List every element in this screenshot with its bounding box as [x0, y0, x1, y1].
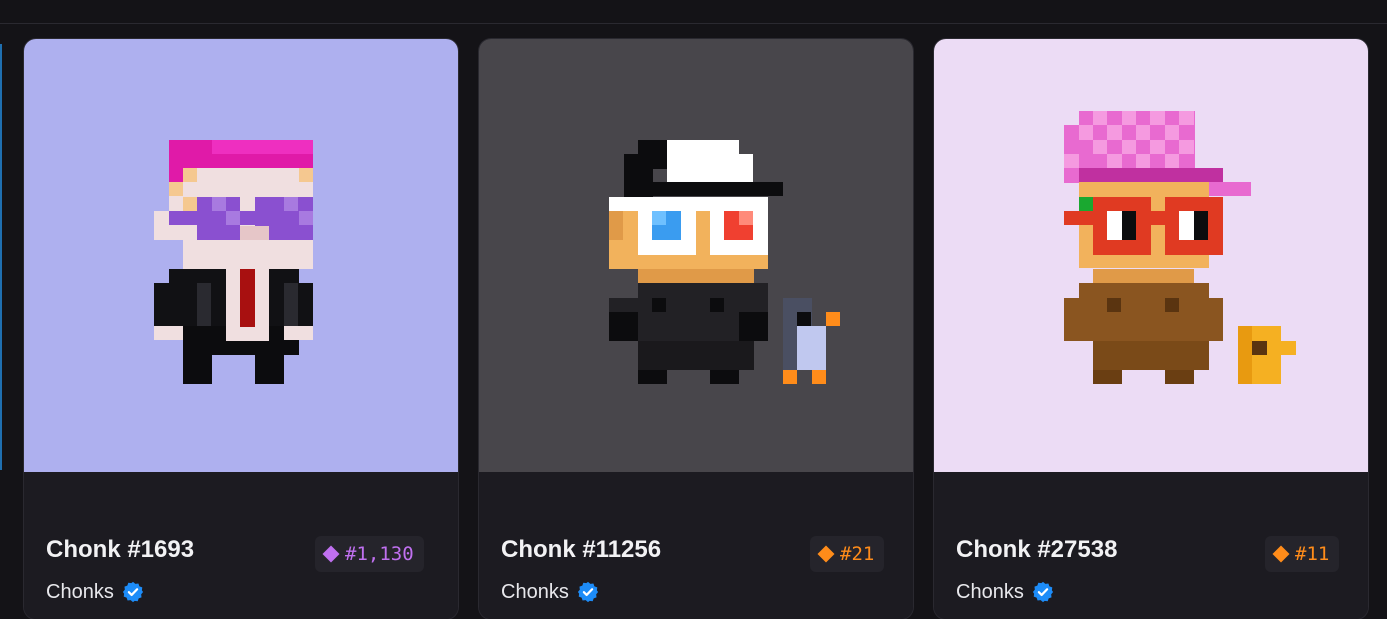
- collection-name: Chonks: [501, 581, 569, 603]
- card-info: Chonk #11256 #21 Chonks: [479, 472, 913, 619]
- nft-grid: Chonk #1693 #1,130 Chonks Chonk #11256 #…: [0, 0, 1387, 619]
- diamond-icon: [322, 545, 340, 563]
- rarity-rank-value: #11: [1295, 543, 1330, 565]
- chonk-pixel-art-gray: [479, 39, 913, 472]
- collection-link[interactable]: Chonks: [501, 580, 599, 604]
- rarity-rank-value: #21: [840, 543, 875, 565]
- nft-image[interactable]: [24, 39, 458, 472]
- nft-card-3[interactable]: Chonk #27538 #11 Chonks: [934, 39, 1368, 619]
- rarity-rank-value: #1,130: [345, 543, 414, 565]
- collection-name: Chonks: [46, 581, 114, 603]
- card-info: Chonk #1693 #1,130 Chonks: [24, 472, 458, 619]
- collection-name: Chonks: [956, 581, 1024, 603]
- nft-title[interactable]: Chonk #27538: [956, 536, 1117, 564]
- collection-link[interactable]: Chonks: [956, 580, 1054, 604]
- chonk-pixel-art-pink: [934, 39, 1368, 472]
- rarity-rank-badge: #11: [1265, 536, 1340, 572]
- card-info: Chonk #27538 #11 Chonks: [934, 472, 1368, 619]
- verified-badge-icon: [577, 581, 598, 603]
- nft-card-2[interactable]: Chonk #11256 #21 Chonks: [479, 39, 913, 619]
- nft-image[interactable]: [479, 39, 913, 472]
- nft-title[interactable]: Chonk #11256: [501, 536, 661, 564]
- chonk-pixel-art-lavender: [24, 39, 458, 472]
- nft-image[interactable]: [934, 39, 1368, 472]
- diamond-icon: [817, 545, 835, 563]
- rarity-rank-badge: #1,130: [315, 536, 424, 572]
- verified-badge-icon: [122, 581, 143, 603]
- collection-link[interactable]: Chonks: [46, 580, 144, 604]
- diamond-icon: [1272, 545, 1290, 563]
- rarity-rank-badge: #21: [810, 536, 885, 572]
- nft-title[interactable]: Chonk #1693: [46, 536, 194, 564]
- verified-badge-icon: [1032, 581, 1053, 603]
- nft-card-1[interactable]: Chonk #1693 #1,130 Chonks: [24, 39, 458, 619]
